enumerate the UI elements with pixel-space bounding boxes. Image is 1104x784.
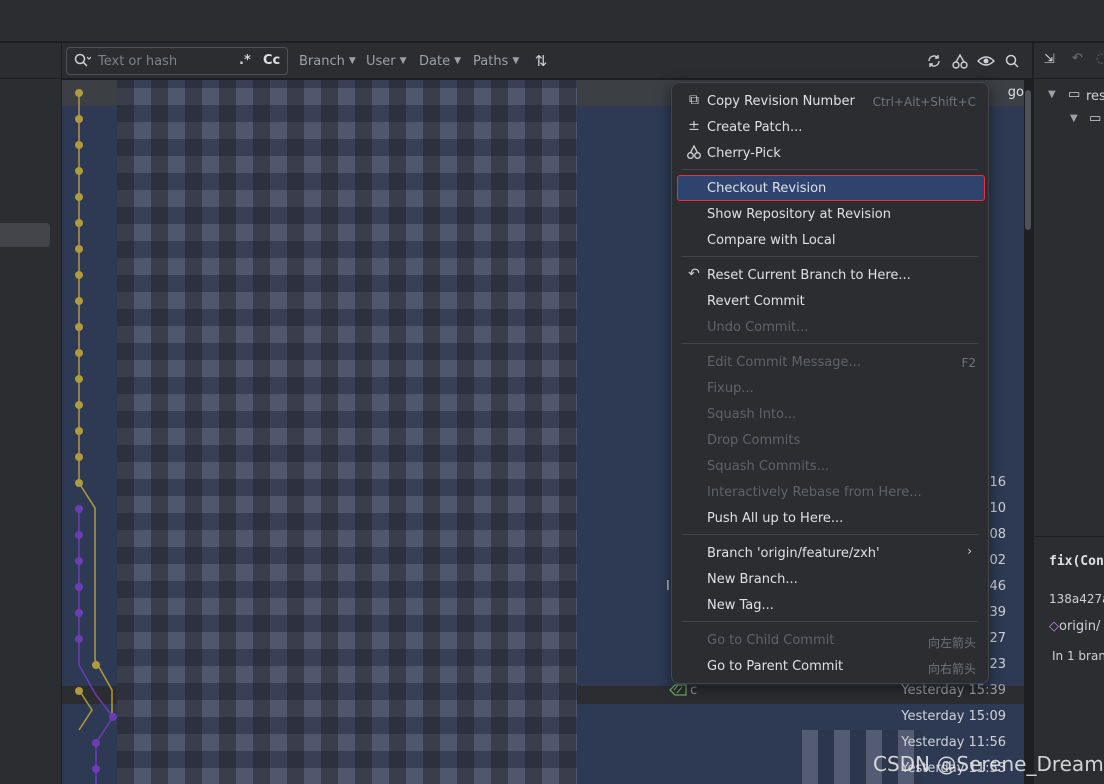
search-field[interactable]: Text or hash .* Cc (66, 47, 288, 75)
chevron-down-icon: ▼ (454, 56, 461, 66)
show-repository-item[interactable]: Show Repository at Revision (678, 201, 984, 227)
search-placeholder: Text or hash (98, 54, 178, 69)
reset-branch-item[interactable]: ↶ Reset Current Branch to Here... (678, 262, 984, 288)
commit-date: Yesterday 11:56 (901, 735, 1006, 750)
scrollbar-thumb[interactable] (1025, 90, 1031, 230)
commit-date: Yesterday 15:39 (901, 683, 1006, 698)
commit-date: 16 (989, 475, 1006, 490)
new-tag-item[interactable]: New Tag... (678, 592, 984, 618)
undo-commit-item[interactable]: Undo Commit... (678, 314, 984, 340)
tag-icon (669, 684, 687, 696)
chevron-down-icon[interactable]: ▼ (1048, 89, 1056, 100)
create-patch-item[interactable]: ± Create Patch... (678, 114, 984, 140)
window-title-bar (0, 0, 1104, 42)
checkout-revision-item[interactable]: Checkout Revision (677, 175, 985, 201)
menu-separator (682, 534, 978, 535)
menu-separator (682, 621, 978, 622)
commit-ref: ◇origin/ (1049, 619, 1100, 634)
chevron-right-icon: › (967, 544, 972, 558)
squash-into-item[interactable]: Squash Into... (678, 401, 984, 427)
undo-icon[interactable]: ↶ (1072, 51, 1083, 66)
cherry-pick-item[interactable]: Cherry-Pick (678, 140, 984, 166)
copy-icon: ⧉ (689, 92, 699, 108)
chevron-down-icon: ▼ (512, 56, 520, 66)
commit-date: 39 (989, 605, 1006, 620)
new-branch-item[interactable]: New Branch... (678, 566, 984, 592)
eye-icon[interactable] (977, 52, 995, 70)
sort-icon[interactable]: ⇅ (532, 52, 550, 70)
left-panel-divider (0, 78, 62, 79)
tag-icon: ◇ (1049, 619, 1059, 634)
fixup-item[interactable]: Fixup... (678, 375, 984, 401)
refresh-icon[interactable] (925, 52, 943, 70)
go-to-child-commit-item[interactable]: Go to Child Commit 向左箭头 (678, 627, 984, 653)
commit-message: fix(Con (1049, 554, 1104, 569)
plus-minus-icon: ± (688, 118, 700, 134)
tree-root-label[interactable]: res (1086, 89, 1104, 104)
chevron-down-icon[interactable]: ▼ (1070, 113, 1078, 124)
chevron-down-icon: ▼ (348, 56, 356, 66)
watermark: CSDN @Serene_Dream (873, 752, 1104, 776)
commit-date: 23 (989, 657, 1006, 672)
collapse-icon[interactable]: ⇲ (1044, 52, 1055, 67)
menu-separator (682, 343, 978, 344)
commit-date: 10 (989, 501, 1006, 516)
chevron-down-icon: ▼ (399, 56, 407, 66)
commit-date: 27 (989, 631, 1006, 646)
git-log-toolbar: Text or hash .* Cc Branch ▼ User ▼ Date ▼ P… (62, 43, 1032, 79)
commit-row-marker: I (666, 579, 670, 594)
menu-separator (682, 256, 978, 257)
cherry-pick-icon[interactable] (951, 52, 969, 70)
search-icon (74, 53, 91, 67)
edit-commit-message-item[interactable]: Edit Commit Message... F2 (678, 349, 984, 375)
commit-ref-label: origin/ (1059, 619, 1101, 634)
commit-context-menu: ⧉ Copy Revision Number Ctrl+Alt+Shift+C … (671, 82, 989, 684)
revert-commit-item[interactable]: Revert Commit (678, 288, 984, 314)
more-icon[interactable]: ◌ (1096, 51, 1104, 66)
user-filter[interactable]: User ▼ (366, 54, 407, 69)
drop-commits-item[interactable]: Drop Commits (678, 427, 984, 453)
folder-icon: ▭ (1089, 111, 1102, 126)
commit-date: 08 (989, 527, 1006, 542)
commit-date: go (1007, 85, 1024, 100)
log-scrollbar[interactable] (1024, 80, 1032, 784)
go-to-parent-commit-item[interactable]: Go to Parent Commit 向右箭头 (678, 653, 984, 679)
match-case-toggle[interactable]: Cc (263, 53, 280, 68)
commit-date: Yesterday 15:09 (901, 709, 1006, 724)
squash-commits-item[interactable]: Squash Commits... (678, 453, 984, 479)
left-panel-selected-item[interactable] (0, 223, 50, 247)
commit-date: 46 (989, 579, 1006, 594)
folder-icon: ▭ (1068, 87, 1081, 102)
details-divider (1034, 536, 1104, 537)
regex-toggle[interactable]: .* (239, 53, 251, 68)
branches-info[interactable]: In 1 bran (1052, 649, 1104, 663)
left-panel (0, 43, 62, 784)
push-all-item[interactable]: Push All up to Here... (678, 505, 984, 531)
interactive-rebase-item[interactable]: Interactively Rebase from Here... (678, 479, 984, 505)
search-icon[interactable] (1003, 52, 1021, 70)
compare-with-local-item[interactable]: Compare with Local (678, 227, 984, 253)
menu-separator (682, 169, 978, 170)
commit-hash[interactable]: 138a427a (1049, 592, 1104, 606)
date-filter[interactable]: Date ▼ (419, 54, 461, 69)
undo-icon: ↶ (688, 266, 700, 282)
branch-submenu-item[interactable]: Branch 'origin/feature/zxh' › (678, 540, 984, 566)
paths-filter[interactable]: Paths ▼ (473, 54, 519, 69)
copy-revision-number-item[interactable]: ⧉ Copy Revision Number Ctrl+Alt+Shift+C (678, 88, 984, 114)
cherry-pick-icon (687, 144, 701, 159)
commit-date: 02 (989, 553, 1006, 568)
details-toolbar: ⇲ ↶ ◌ (1034, 43, 1104, 79)
ref-label: c (690, 683, 698, 698)
commit-details-panel: ⇲ ↶ ◌ ▼ ▭ res ▼ ▭ fix(Con 138a427a ◇orig… (1033, 43, 1104, 784)
branch-filter[interactable]: Branch ▼ (299, 54, 356, 69)
